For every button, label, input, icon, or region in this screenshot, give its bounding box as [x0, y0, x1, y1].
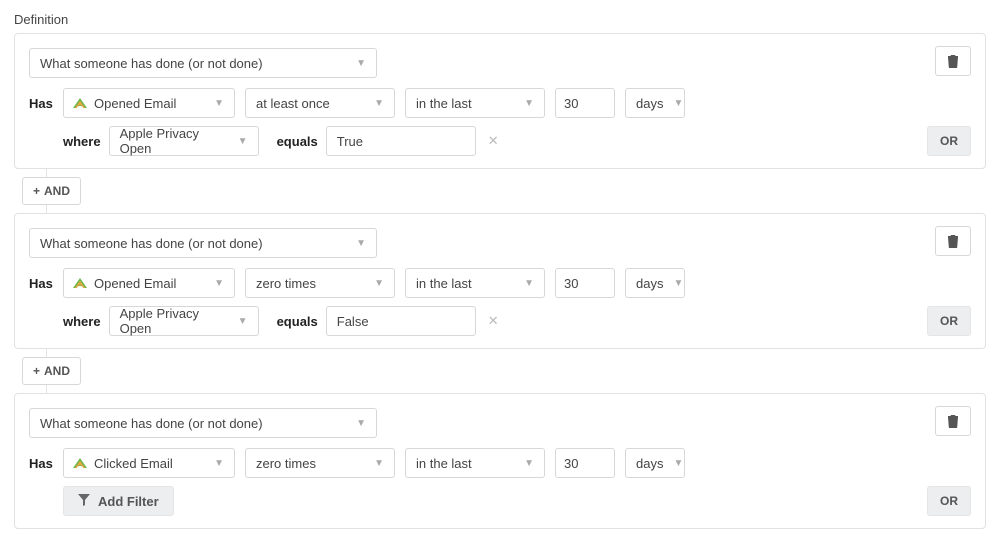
plus-icon: +	[33, 184, 40, 198]
and-label: AND	[44, 364, 70, 378]
where-label: where	[63, 134, 101, 149]
klaviyo-icon	[72, 276, 88, 290]
delete-button[interactable]	[935, 406, 971, 436]
and-button[interactable]: + AND	[22, 357, 81, 385]
trash-icon	[947, 234, 959, 248]
event-value: Clicked Email	[94, 456, 173, 471]
or-button[interactable]: OR	[927, 126, 971, 156]
chevron-down-icon: ▼	[374, 98, 384, 109]
delete-button[interactable]	[935, 46, 971, 76]
unit-value: days	[636, 276, 663, 291]
where-prop-value: Apple Privacy Open	[120, 306, 228, 336]
condition-block: What someone has done (or not done) ▼ Ha…	[14, 33, 986, 169]
chevron-down-icon: ▼	[673, 98, 683, 109]
chevron-down-icon: ▼	[524, 458, 534, 469]
and-button[interactable]: + AND	[22, 177, 81, 205]
has-label: Has	[29, 276, 63, 291]
chevron-down-icon: ▼	[673, 458, 683, 469]
add-filter-button[interactable]: Add Filter	[63, 486, 174, 516]
frequency-value: at least once	[256, 96, 330, 111]
chevron-down-icon: ▼	[356, 418, 366, 429]
where-value-text: False	[337, 314, 369, 329]
condition-type-value: What someone has done (or not done)	[40, 56, 263, 71]
klaviyo-icon	[72, 456, 88, 470]
timeframe-value: in the last	[416, 456, 472, 471]
and-label: AND	[44, 184, 70, 198]
chevron-down-icon: ▼	[214, 458, 224, 469]
frequency-select[interactable]: zero times ▼	[245, 448, 395, 478]
clear-filter-button[interactable]: ✕	[484, 313, 503, 329]
chevron-down-icon: ▼	[673, 278, 683, 289]
condition-type-select[interactable]: What someone has done (or not done) ▼	[29, 228, 377, 258]
frequency-value: zero times	[256, 456, 316, 471]
condition-type-value: What someone has done (or not done)	[40, 236, 263, 251]
where-prop-select[interactable]: Apple Privacy Open ▼	[109, 306, 259, 336]
equals-label: equals	[277, 134, 318, 149]
where-value-input[interactable]: False	[326, 306, 476, 336]
add-filter-label: Add Filter	[98, 494, 159, 509]
klaviyo-icon	[72, 96, 88, 110]
event-select[interactable]: Clicked Email ▼	[63, 448, 235, 478]
plus-icon: +	[33, 364, 40, 378]
unit-value: days	[636, 456, 663, 471]
frequency-select[interactable]: at least once ▼	[245, 88, 395, 118]
count-input[interactable]	[555, 268, 615, 298]
chevron-down-icon: ▼	[238, 136, 248, 147]
chevron-down-icon: ▼	[356, 238, 366, 249]
timeframe-value: in the last	[416, 276, 472, 291]
frequency-value: zero times	[256, 276, 316, 291]
event-value: Opened Email	[94, 96, 176, 111]
connector: + AND	[14, 349, 986, 393]
timeframe-select[interactable]: in the last ▼	[405, 448, 545, 478]
has-label: Has	[29, 456, 63, 471]
equals-label: equals	[277, 314, 318, 329]
where-prop-select[interactable]: Apple Privacy Open ▼	[109, 126, 259, 156]
condition-type-value: What someone has done (or not done)	[40, 416, 263, 431]
has-label: Has	[29, 96, 63, 111]
condition-type-select[interactable]: What someone has done (or not done) ▼	[29, 48, 377, 78]
filter-icon	[78, 494, 90, 509]
trash-icon	[947, 54, 959, 68]
condition-type-select[interactable]: What someone has done (or not done) ▼	[29, 408, 377, 438]
frequency-select[interactable]: zero times ▼	[245, 268, 395, 298]
chevron-down-icon: ▼	[356, 58, 366, 69]
or-button[interactable]: OR	[927, 486, 971, 516]
chevron-down-icon: ▼	[238, 316, 248, 327]
condition-block: What someone has done (or not done) ▼ Ha…	[14, 213, 986, 349]
event-select[interactable]: Opened Email ▼	[63, 88, 235, 118]
timeframe-select[interactable]: in the last ▼	[405, 268, 545, 298]
unit-select[interactable]: days ▼	[625, 268, 685, 298]
count-input[interactable]	[555, 88, 615, 118]
trash-icon	[947, 414, 959, 428]
event-value: Opened Email	[94, 276, 176, 291]
where-value-text: True	[337, 134, 363, 149]
chevron-down-icon: ▼	[214, 278, 224, 289]
condition-block: What someone has done (or not done) ▼ Ha…	[14, 393, 986, 529]
unit-value: days	[636, 96, 663, 111]
definition-heading: Definition	[14, 12, 986, 27]
count-input[interactable]	[555, 448, 615, 478]
connector: + AND	[14, 169, 986, 213]
timeframe-value: in the last	[416, 96, 472, 111]
chevron-down-icon: ▼	[374, 278, 384, 289]
chevron-down-icon: ▼	[524, 278, 534, 289]
where-prop-value: Apple Privacy Open	[120, 126, 228, 156]
clear-filter-button[interactable]: ✕	[484, 133, 503, 149]
event-select[interactable]: Opened Email ▼	[63, 268, 235, 298]
timeframe-select[interactable]: in the last ▼	[405, 88, 545, 118]
chevron-down-icon: ▼	[524, 98, 534, 109]
or-button[interactable]: OR	[927, 306, 971, 336]
unit-select[interactable]: days ▼	[625, 88, 685, 118]
chevron-down-icon: ▼	[214, 98, 224, 109]
chevron-down-icon: ▼	[374, 458, 384, 469]
unit-select[interactable]: days ▼	[625, 448, 685, 478]
where-value-input[interactable]: True	[326, 126, 476, 156]
where-label: where	[63, 314, 101, 329]
delete-button[interactable]	[935, 226, 971, 256]
